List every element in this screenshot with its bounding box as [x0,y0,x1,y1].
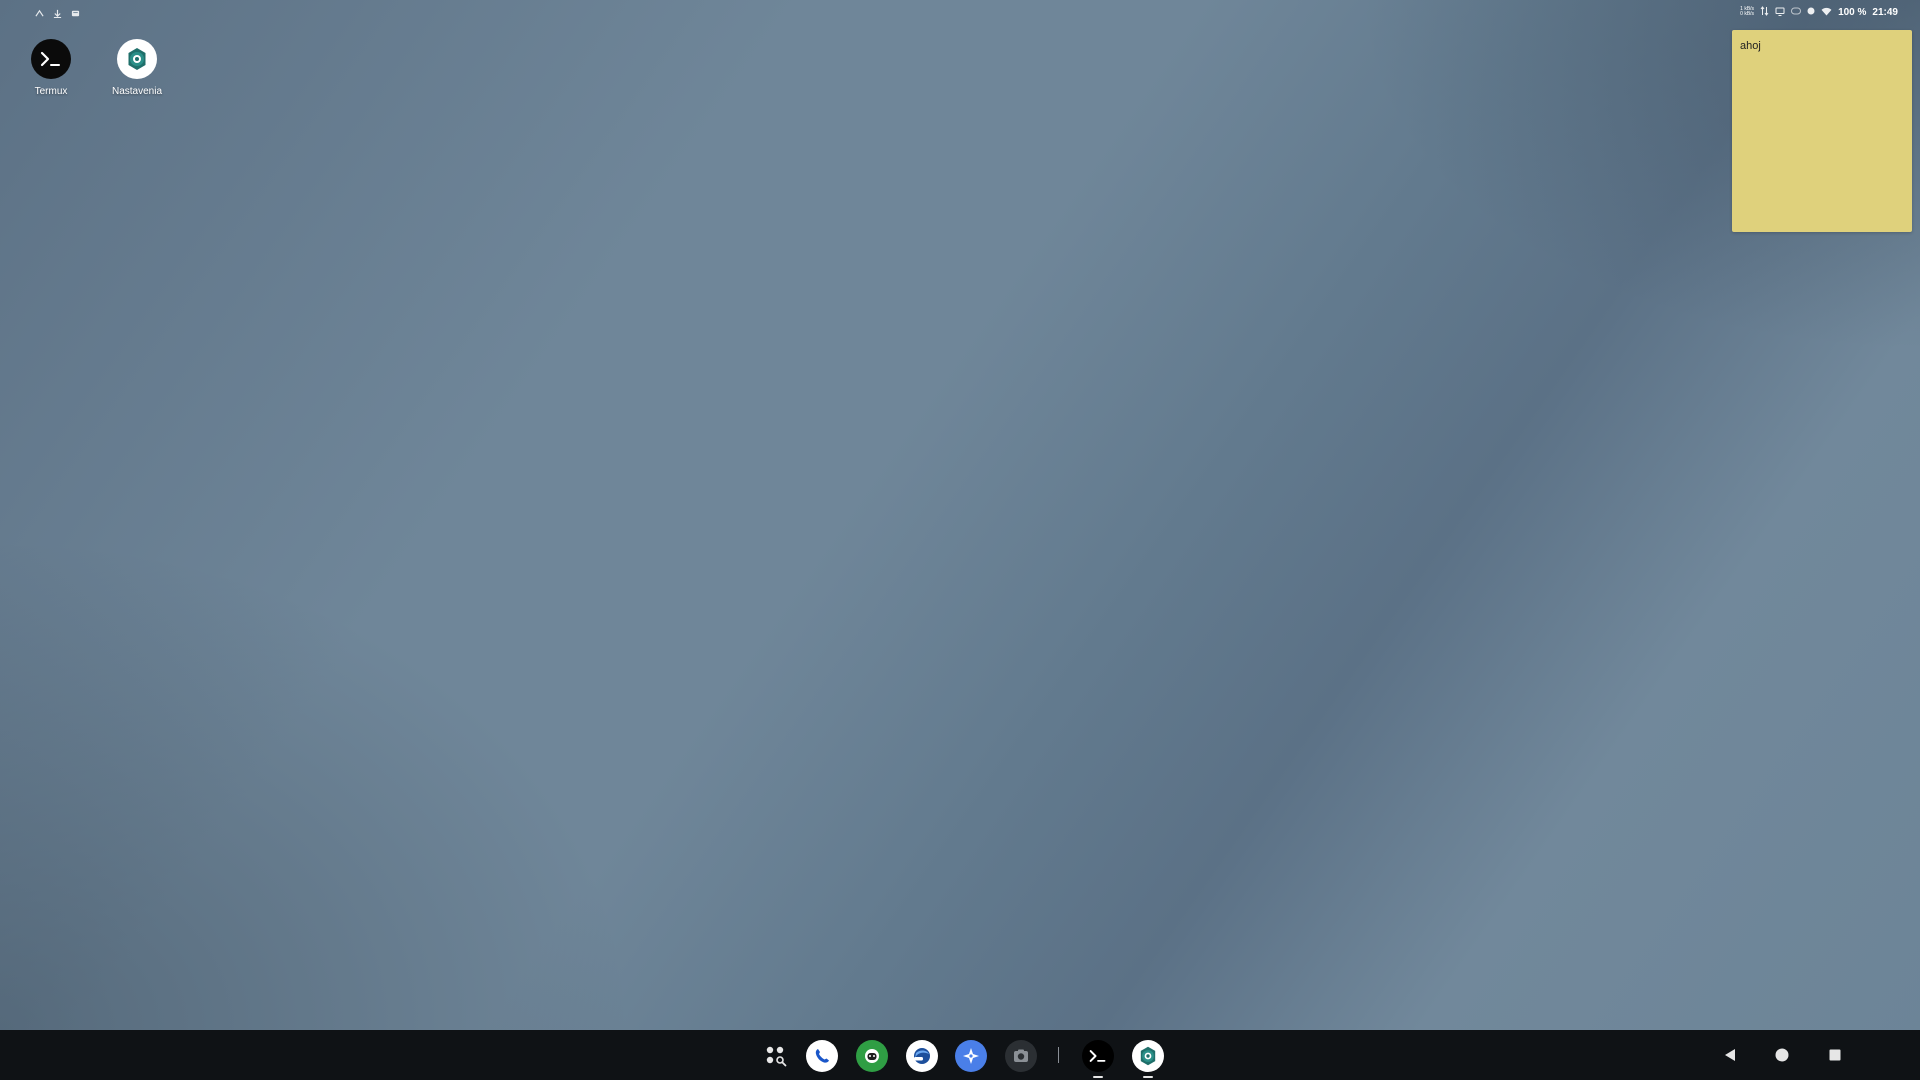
running-indicator [1143,1076,1153,1078]
phone-icon [815,1049,829,1063]
taskbar [0,1030,1920,1080]
desktop-icon-label: Termux [34,86,68,97]
sticky-note-widget[interactable]: ahoj [1732,30,1912,232]
camera-app-button[interactable] [1005,1040,1037,1072]
desktop-icon-label: Nastavenia [111,86,163,97]
settings-gear-icon [117,39,157,79]
data-transfer-icon [1760,6,1769,18]
android-icon [865,1049,879,1063]
terminal-icon [31,39,71,79]
cast-icon [1775,7,1785,18]
browser-icon [914,1048,930,1064]
taskbar-divider [1058,1047,1059,1063]
phone-app-button[interactable] [806,1040,838,1072]
back-icon [1725,1049,1735,1061]
status-left-icons [34,8,80,18]
back-button[interactable] [1721,1046,1739,1064]
termux-running-button[interactable] [1082,1040,1114,1078]
status-bar[interactable]: 1 kB/s 0 kB/s 100 % 21:49 [0,0,1920,28]
home-icon [1775,1048,1789,1062]
home-button[interactable] [1773,1046,1791,1064]
desktop-icon-termux[interactable]: Termux [11,39,91,97]
app-drawer-icon [766,1046,787,1067]
download-icon [52,8,62,18]
sticky-note-text: ahoj [1740,40,1761,52]
settings-running-button[interactable] [1132,1040,1164,1078]
running-indicator [1093,1076,1103,1078]
compass-icon [963,1048,979,1064]
settings-gear-icon [1140,1046,1156,1066]
network-speed: 1 kB/s 0 kB/s [1740,7,1754,17]
browser-app-button[interactable] [906,1040,938,1072]
wifi-icon [1821,7,1832,18]
status-right-icons: 1 kB/s 0 kB/s 100 % 21:49 [1740,6,1898,18]
vpn-icon [1791,7,1802,17]
android-app-button[interactable] [856,1040,888,1072]
download-progress-icon [34,8,44,18]
battery-percent: 100 % [1838,6,1867,18]
terminal-icon [1089,1050,1106,1062]
compass-app-button[interactable] [955,1040,987,1072]
clock: 21:49 [1872,6,1898,18]
notification-icon [70,8,80,18]
wallpaper [0,0,1920,1030]
recents-button[interactable] [1826,1046,1844,1064]
camera-icon [1014,1049,1028,1062]
net-speed-down: 0 kB/s [1740,11,1755,17]
desktop-icon-settings[interactable]: Nastavenia [97,39,177,97]
app-drawer-button[interactable] [760,1040,792,1072]
recents-icon [1829,1049,1841,1061]
dnd-icon [1807,7,1815,17]
